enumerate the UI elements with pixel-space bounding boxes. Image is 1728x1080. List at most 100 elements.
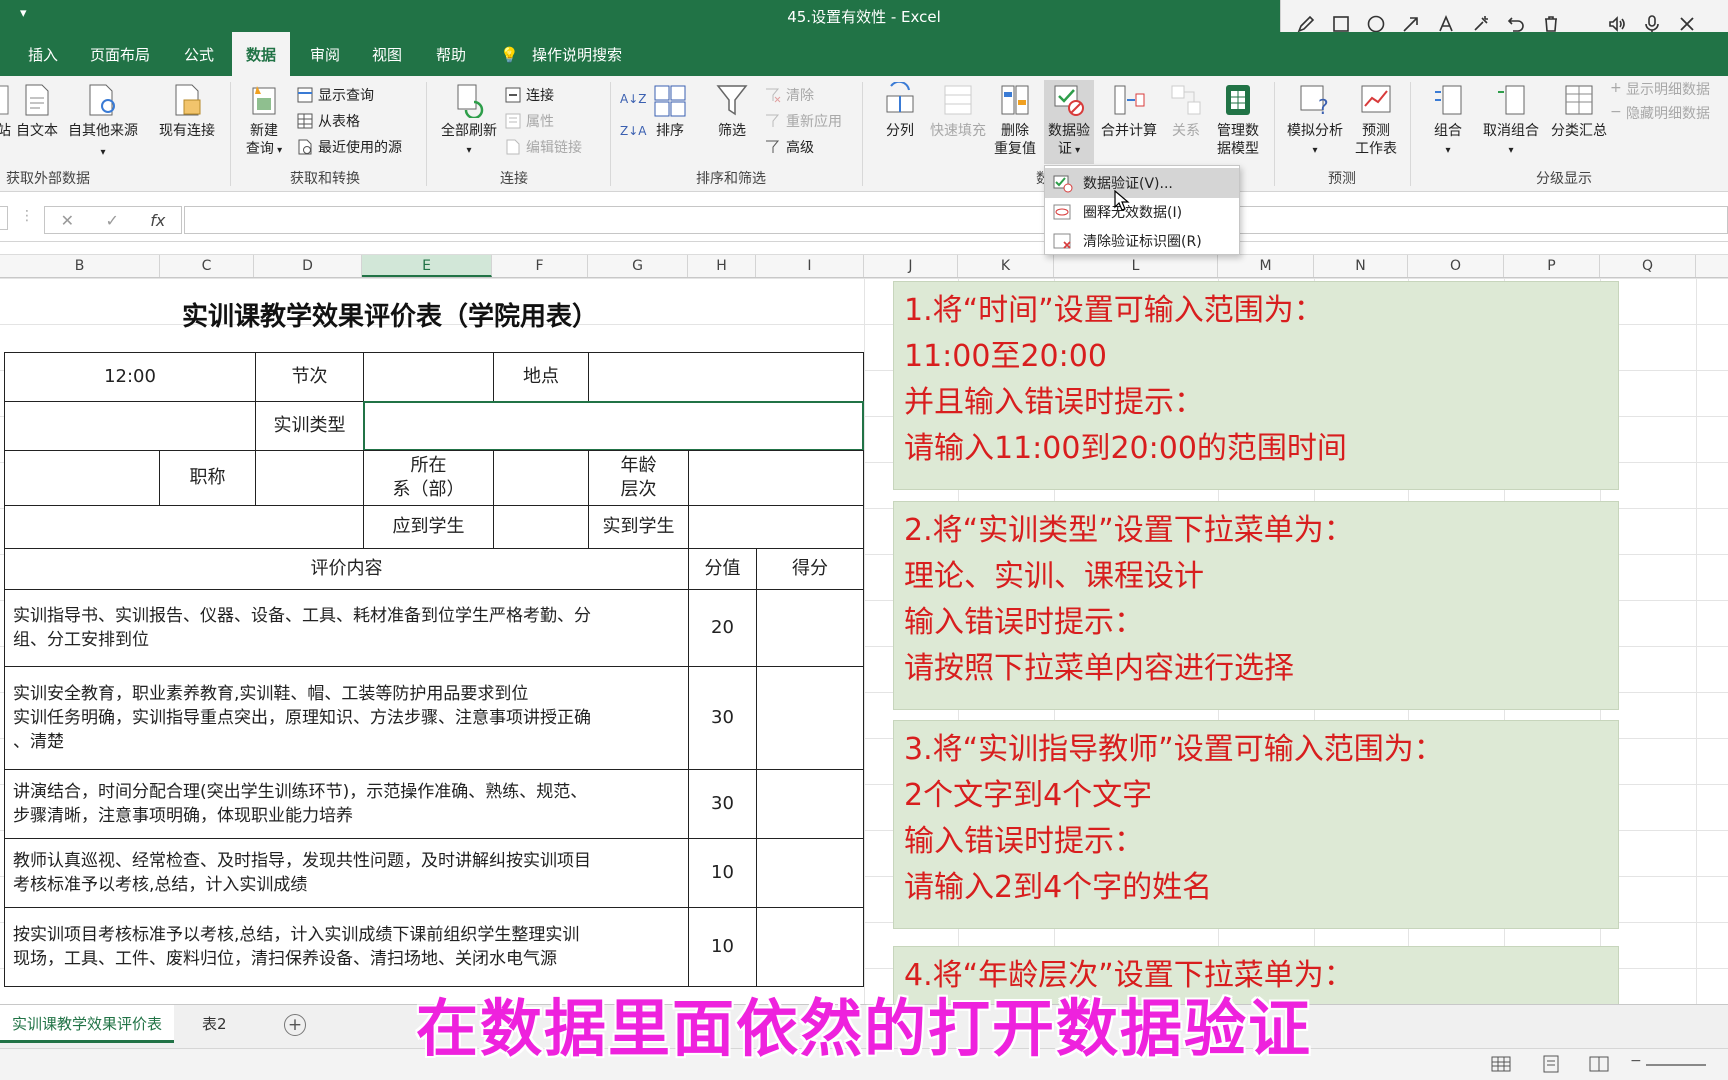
tab-help[interactable]: 帮助: [436, 32, 466, 76]
column-header-e[interactable]: E: [362, 255, 492, 277]
table-row-content[interactable]: 实训指导书、实训报告、仪器、设备、工具、耗材准备到位学生严格考勤、分 组、分工安排…: [4, 589, 689, 667]
column-header-l[interactable]: L: [1054, 255, 1218, 277]
tab-view[interactable]: 视图: [372, 32, 402, 76]
cell-blank[interactable]: [4, 401, 256, 451]
edit-links-button[interactable]: 编辑链接: [504, 134, 582, 160]
confirm-icon[interactable]: ✓: [105, 211, 118, 230]
group-button[interactable]: 组合 ▾: [1418, 82, 1478, 160]
table-row-content[interactable]: 按实训项目考核标准予以考核,总结，计入实训成绩下课前组织学生整理实训 现场，工具、…: [4, 907, 689, 987]
cell-shidao-value[interactable]: [688, 505, 864, 549]
menu-item-circle-invalid[interactable]: 圈释无效数据(I): [1045, 197, 1239, 227]
cell-label-shixun-leixing[interactable]: 实训类型: [255, 401, 364, 451]
column-header-g[interactable]: G: [588, 255, 688, 277]
cell-nianling-value[interactable]: [688, 450, 864, 506]
name-box[interactable]: [0, 206, 8, 230]
ungroup-button[interactable]: 取消组合 ▾: [1476, 82, 1546, 160]
table-row-defen[interactable]: [756, 589, 864, 667]
table-row-defen[interactable]: [756, 907, 864, 987]
menu-item-clear-circles[interactable]: 清除验证标识圈(R): [1045, 226, 1239, 256]
instruction-box-3[interactable]: 3.将“实训指导教师”设置可输入范围为： 2个文字到4个文字 输入错误时提示： …: [893, 720, 1619, 929]
table-row-content[interactable]: 讲演结合，时间分配合理(突出学生训练环节)，示范操作准确、熟练、规范、 步骤清晰，…: [4, 769, 689, 839]
cell-blank[interactable]: [4, 505, 364, 549]
cell-header-pingjia[interactable]: 评价内容: [4, 548, 689, 590]
column-header-n[interactable]: N: [1314, 255, 1408, 277]
column-header-h[interactable]: H: [688, 255, 756, 277]
cell-label-suozai[interactable]: 所在 系（部）: [363, 450, 494, 506]
recent-sources-button[interactable]: 最近使用的源: [296, 134, 402, 160]
flash-fill-button[interactable]: 快速填充: [926, 82, 990, 140]
new-query-button[interactable]: 新建 查询 ▾: [236, 82, 292, 160]
manage-data-model-button[interactable]: 管理数 据模型: [1212, 82, 1264, 158]
column-header-j[interactable]: J: [864, 255, 958, 277]
subtotal-button[interactable]: 分类汇总: [1546, 82, 1612, 140]
tab-formulas[interactable]: 公式: [184, 32, 214, 76]
forecast-sheet-button[interactable]: 预测 工作表: [1350, 82, 1402, 158]
worksheet-grid[interactable]: 实训课教学效果评价表（学院用表） 12:00 节次 地点 实训类型 职称 所在系…: [0, 278, 1728, 1004]
reapply-button[interactable]: 重新应用: [764, 108, 842, 134]
cancel-icon[interactable]: ✕: [61, 211, 74, 230]
column-header-c[interactable]: C: [160, 255, 254, 277]
data-validation-button[interactable]: 数据验证 ▾: [1044, 80, 1094, 164]
table-row-score[interactable]: 10: [688, 907, 757, 987]
cell-header-defen[interactable]: 得分: [756, 548, 864, 590]
consolidate-button[interactable]: 合并计算: [1098, 82, 1160, 140]
tab-review[interactable]: 审阅: [310, 32, 340, 76]
column-header-p[interactable]: P: [1504, 255, 1600, 277]
cell-yingdao-value[interactable]: [493, 505, 589, 549]
column-header-d[interactable]: D: [254, 255, 362, 277]
table-row-content[interactable]: 实训安全教育，职业素养教育,实训鞋、帽、工装等防护用品要求到位 实训任务明确，实训…: [4, 666, 689, 770]
tab-insert[interactable]: 插入: [28, 32, 58, 76]
relationships-button[interactable]: 关系: [1162, 82, 1210, 140]
cell-label-nianling[interactable]: 年龄 层次: [588, 450, 689, 506]
formula-input[interactable]: [184, 206, 1728, 234]
column-header-k[interactable]: K: [958, 255, 1054, 277]
cell-zhicheng-value[interactable]: [255, 450, 364, 506]
table-row-score[interactable]: 20: [688, 589, 757, 667]
column-header-i[interactable]: I: [756, 255, 864, 277]
table-row-defen[interactable]: [756, 769, 864, 839]
tab-page-layout[interactable]: 页面布局: [90, 32, 150, 76]
column-header-q[interactable]: Q: [1600, 255, 1696, 277]
column-header-o[interactable]: O: [1408, 255, 1504, 277]
from-other-sources-button[interactable]: 自其他来源 ▾: [64, 82, 142, 162]
column-header-f[interactable]: F: [492, 255, 588, 277]
from-text-button[interactable]: 自文本: [10, 82, 64, 140]
cell-header-fenzhi[interactable]: 分值: [688, 548, 757, 590]
cell-jieci-value[interactable]: [363, 352, 494, 402]
cell-shixun-leixing-selected[interactable]: [363, 401, 864, 451]
refresh-all-button[interactable]: 全部刷新 ▾: [434, 82, 504, 160]
tell-me-search[interactable]: 操作说明搜索: [532, 32, 622, 76]
cell-time[interactable]: 12:00: [4, 352, 256, 402]
connections-button[interactable]: 连接: [504, 82, 554, 108]
column-header-b[interactable]: B: [0, 255, 160, 277]
clear-filter-button[interactable]: 清除: [764, 82, 814, 108]
table-row-score[interactable]: 30: [688, 666, 757, 770]
remove-duplicates-button[interactable]: 删除 重复值: [992, 82, 1038, 158]
cell-label-shidao[interactable]: 实到学生: [588, 505, 689, 549]
filter-button[interactable]: 筛选: [710, 82, 754, 140]
from-table-button[interactable]: 从表格: [296, 108, 360, 134]
cell-blank[interactable]: [4, 450, 160, 506]
table-row-defen[interactable]: [756, 666, 864, 770]
sort-button[interactable]: 排序: [648, 82, 692, 140]
cell-label-yingdao[interactable]: 应到学生: [363, 505, 494, 549]
sort-descending-button[interactable]: Z↓A: [620, 118, 646, 144]
hide-detail-button[interactable]: − 隐藏明细数据: [1610, 100, 1710, 126]
advanced-filter-button[interactable]: 高级: [764, 134, 814, 160]
sheet-title[interactable]: 实训课教学效果评价表（学院用表）: [0, 296, 780, 333]
insert-function-icon[interactable]: fx: [150, 211, 165, 230]
what-if-analysis-button[interactable]: ? 模拟分析 ▾: [1282, 82, 1348, 160]
cell-suozai-value[interactable]: [493, 450, 589, 506]
properties-button[interactable]: 属性: [504, 108, 554, 134]
cell-didian-value[interactable]: [588, 352, 864, 402]
show-queries-button[interactable]: 显示查询: [296, 82, 374, 108]
column-header-m[interactable]: M: [1218, 255, 1314, 277]
tab-data[interactable]: 数据: [232, 32, 291, 76]
cell-label-didian[interactable]: 地点: [493, 352, 589, 402]
cell-label-jieci[interactable]: 节次: [255, 352, 364, 402]
instruction-box-1[interactable]: 1.将“时间”设置可输入范围为： 11:00至20:00 并且输入错误时提示： …: [893, 281, 1619, 490]
menu-item-data-validation[interactable]: 数据验证(V)...: [1045, 168, 1239, 198]
show-detail-button[interactable]: + 显示明细数据: [1610, 76, 1710, 102]
table-row-content[interactable]: 教师认真巡视、经常检查、及时指导，发现共性问题，及时讲解纠按实训项目 考核标准予以…: [4, 838, 689, 908]
existing-connections-button[interactable]: 现有连接: [154, 82, 220, 140]
